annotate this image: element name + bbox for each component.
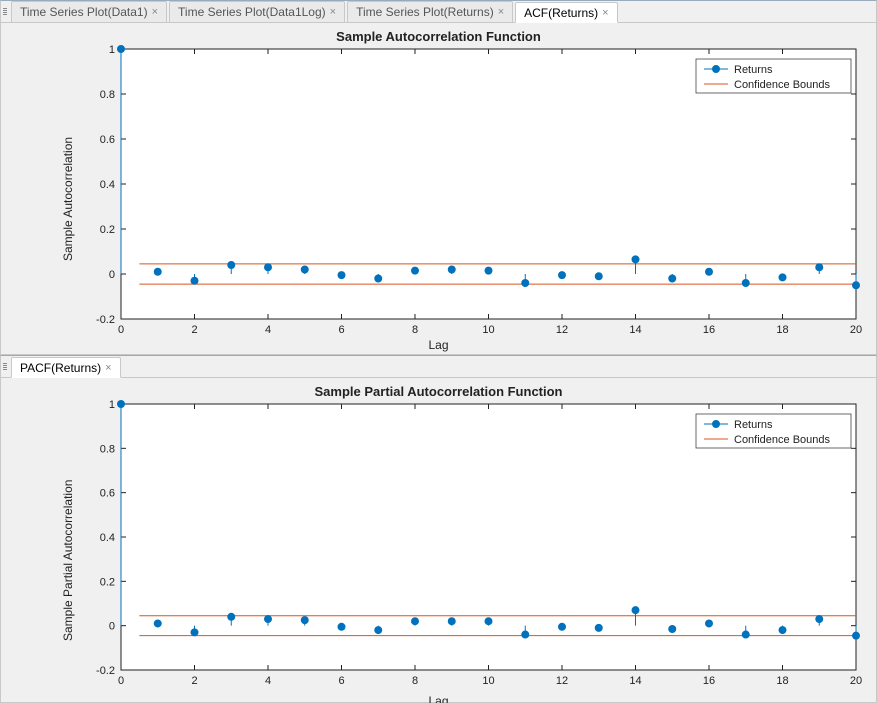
tabbar-top: Time Series Plot(Data1) × Time Series Pl… xyxy=(1,1,876,23)
svg-text:Confidence Bounds: Confidence Bounds xyxy=(734,434,831,446)
svg-text:12: 12 xyxy=(556,324,568,336)
svg-text:Confidence Bounds: Confidence Bounds xyxy=(734,79,831,91)
svg-text:20: 20 xyxy=(850,324,862,336)
svg-text:0.6: 0.6 xyxy=(100,134,115,146)
tab-pacf-returns[interactable]: PACF(Returns) × xyxy=(11,357,121,378)
svg-text:0.2: 0.2 xyxy=(100,224,115,236)
svg-text:16: 16 xyxy=(703,675,715,687)
tab-label: Time Series Plot(Data1Log) xyxy=(178,5,326,19)
tab-grip-icon[interactable] xyxy=(3,1,9,22)
svg-text:16: 16 xyxy=(703,324,715,336)
tab-returns[interactable]: Time Series Plot(Returns) × xyxy=(347,1,513,22)
tab-label: PACF(Returns) xyxy=(20,361,101,375)
svg-text:14: 14 xyxy=(629,324,641,336)
svg-text:0: 0 xyxy=(109,621,115,633)
svg-text:0: 0 xyxy=(109,269,115,281)
pacf-chart: -0.200.20.40.60.8102468101214161820Retur… xyxy=(1,378,877,703)
tab-data1[interactable]: Time Series Plot(Data1) × xyxy=(11,1,167,22)
svg-text:0.4: 0.4 xyxy=(100,532,115,544)
svg-text:14: 14 xyxy=(629,675,641,687)
close-icon[interactable]: × xyxy=(602,7,608,19)
acf-chart: -0.200.20.40.60.8102468101214161820Retur… xyxy=(1,23,877,356)
acf-panel: Time Series Plot(Data1) × Time Series Pl… xyxy=(0,0,877,355)
svg-text:10: 10 xyxy=(482,324,494,336)
svg-text:-0.2: -0.2 xyxy=(96,314,115,326)
svg-text:8: 8 xyxy=(412,324,418,336)
tabbar-bot: PACF(Returns) × xyxy=(1,356,876,378)
svg-text:0: 0 xyxy=(118,675,124,687)
svg-text:12: 12 xyxy=(556,675,568,687)
svg-text:-0.2: -0.2 xyxy=(96,665,115,677)
svg-text:0: 0 xyxy=(118,324,124,336)
svg-text:18: 18 xyxy=(776,324,788,336)
svg-text:20: 20 xyxy=(850,675,862,687)
tab-label: Time Series Plot(Returns) xyxy=(356,5,494,19)
svg-text:4: 4 xyxy=(265,324,271,336)
svg-text:8: 8 xyxy=(412,675,418,687)
svg-text:1: 1 xyxy=(109,44,115,56)
pacf-panel: PACF(Returns) × Sample Partial Autocorre… xyxy=(0,355,877,703)
tab-data1log[interactable]: Time Series Plot(Data1Log) × xyxy=(169,1,345,22)
tab-acf-returns[interactable]: ACF(Returns) × xyxy=(515,2,617,23)
svg-text:2: 2 xyxy=(191,324,197,336)
svg-text:10: 10 xyxy=(482,675,494,687)
svg-text:2: 2 xyxy=(191,675,197,687)
svg-text:1: 1 xyxy=(109,399,115,411)
svg-text:6: 6 xyxy=(338,675,344,687)
svg-text:Returns: Returns xyxy=(734,64,773,76)
svg-text:Returns: Returns xyxy=(734,419,773,431)
svg-text:6: 6 xyxy=(338,324,344,336)
svg-text:0.6: 0.6 xyxy=(100,488,115,500)
close-icon[interactable]: × xyxy=(152,6,158,18)
close-icon[interactable]: × xyxy=(330,6,336,18)
svg-text:0.4: 0.4 xyxy=(100,179,115,191)
svg-text:4: 4 xyxy=(265,675,271,687)
svg-text:0.8: 0.8 xyxy=(100,89,115,101)
close-icon[interactable]: × xyxy=(498,6,504,18)
svg-text:0.2: 0.2 xyxy=(100,576,115,588)
tab-label: ACF(Returns) xyxy=(524,6,598,20)
svg-text:0.8: 0.8 xyxy=(100,443,115,455)
close-icon[interactable]: × xyxy=(105,362,111,374)
tab-grip-icon[interactable] xyxy=(3,356,9,377)
svg-text:18: 18 xyxy=(776,675,788,687)
tab-label: Time Series Plot(Data1) xyxy=(20,5,148,19)
